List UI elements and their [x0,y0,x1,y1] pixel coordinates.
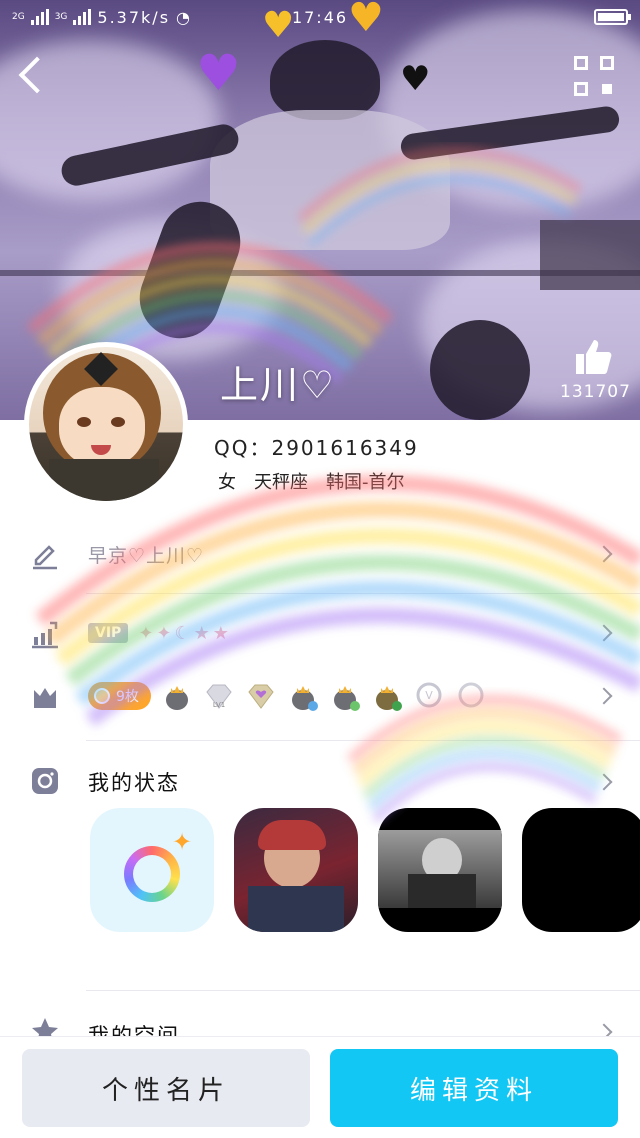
penguin-heart-icon [329,680,361,712]
black-heart-icon: ♥ [400,59,431,99]
signal-icon-2 [73,9,92,25]
status-photo-3[interactable] [522,808,640,932]
level-sun-icon: ✦ [156,622,172,644]
medal-count-badge: 9枚 [88,682,151,710]
net-speed: 5.37k/s [97,7,171,27]
qq-number: QQ：2901616349 [214,436,419,460]
back-button[interactable] [14,54,58,98]
coin-icon [94,688,110,704]
battery-icon [594,9,631,25]
camera-icon [30,766,60,796]
svg-text:V: V [425,689,433,702]
chevron-right-icon [595,624,613,642]
svg-text:LV1: LV1 [213,701,225,709]
display-name: 上川♡ [220,363,337,407]
like-count: 131707 [560,382,631,402]
medal-box-icon [30,682,60,712]
pencil-icon [30,540,60,570]
gender-label: 女 [218,472,236,493]
level-star-icon: ★ [193,622,210,644]
penguin-star-icon [287,680,319,712]
avatar-image [29,347,183,501]
network-2-label: 3G [54,12,68,22]
diamond-lv1-icon: LV1 [203,680,235,712]
bottom-bar: 个性名片 编辑资料 [0,1036,640,1138]
level-icons: ✦ ✦ ☾ ★ ★ [138,623,229,644]
my-status-title: 我的状态 [88,771,180,795]
thumbs-up-icon [572,336,614,378]
signature-row[interactable]: 早京♡上川♡ [0,514,640,594]
level-chart-icon [30,619,60,649]
add-status-tile[interactable]: ✦ [90,808,214,932]
chevron-right-icon [595,773,613,791]
location-label: 韩国-首尔 [326,472,405,493]
edit-profile-button[interactable]: 编辑资料 [330,1049,618,1127]
level-moon-icon: ☾ [174,622,191,644]
penguin-leaf-icon [371,680,403,712]
v-badge-lv1-icon-b [455,680,487,712]
avatar[interactable] [24,342,188,506]
signal-icon [30,9,49,25]
profile-tags: 女 天秤座 韩国-首尔 [218,468,405,494]
signature-text: 早京♡上川♡ [88,544,205,567]
chevron-right-icon [595,687,613,705]
penguin-crown-icon [161,680,193,712]
profile-card-button[interactable]: 个性名片 [22,1049,310,1127]
medal-count: 9枚 [116,689,139,705]
vip-badge: VIP [88,623,129,643]
divider [86,740,640,741]
v-badge-lv1-icon: V [413,680,445,712]
status-photo-2[interactable] [378,808,502,932]
zodiac-label: 天秤座 [254,472,308,493]
medals-row[interactable]: 9枚 LV1 V [0,656,640,736]
purple-heart-icon: ♥ [196,44,241,102]
status-tiles: ✦ [90,808,640,932]
network-1-label: 2G [12,12,25,22]
level-sun-icon: ✦ [138,622,154,644]
sparkle-icon: ✦ [172,828,193,856]
qr-code-icon[interactable] [574,56,614,96]
status-photo-1[interactable] [234,808,358,932]
status-bar: 2G 3G 5.37k/s ◔ 17:46 [0,0,640,34]
chevron-right-icon [595,545,613,563]
level-star-icon: ★ [212,622,229,644]
like-button[interactable]: 131707 [560,336,631,402]
clock: 17:46 [291,7,349,27]
wifi-icon: ◔ [176,7,190,27]
diamond-heart-icon [245,680,277,712]
